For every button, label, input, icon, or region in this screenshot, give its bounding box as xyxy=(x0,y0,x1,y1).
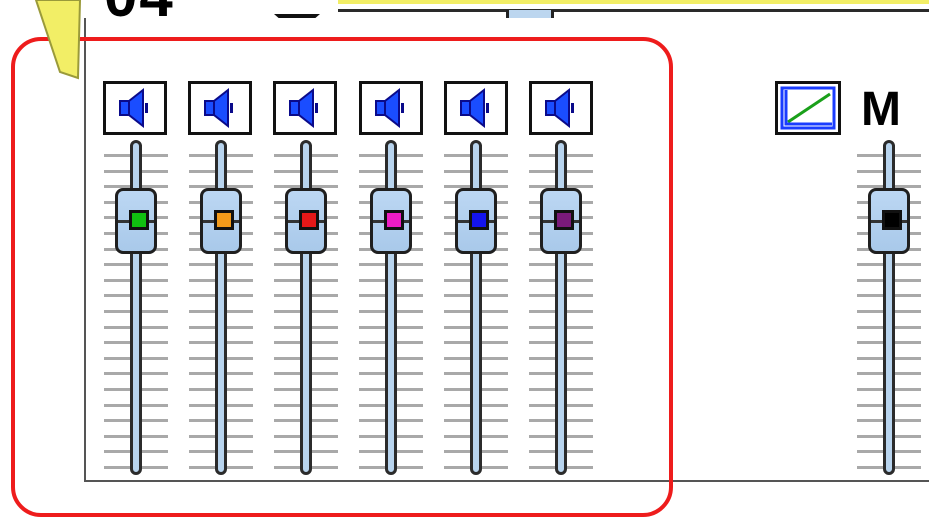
fader-master[interactable] xyxy=(849,140,929,475)
fader-thumb[interactable] xyxy=(868,188,910,255)
tooltip-callout xyxy=(34,0,929,80)
channel-color-indicator xyxy=(882,210,902,231)
master-channel-label: M xyxy=(861,83,901,136)
automation-graph-icon xyxy=(780,86,836,130)
highlight-box xyxy=(11,37,673,517)
